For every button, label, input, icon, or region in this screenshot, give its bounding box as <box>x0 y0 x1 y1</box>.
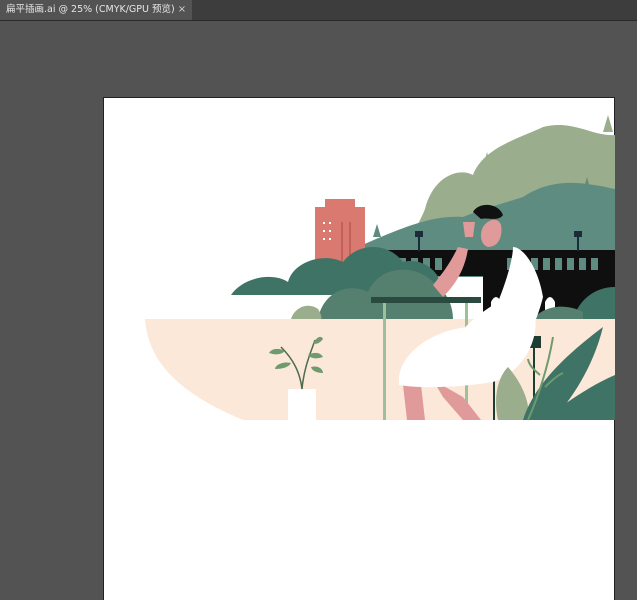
illustration-artwork <box>145 115 615 421</box>
document-tab-label: 扁平插画.ai @ 25% (CMYK/GPU 预览) <box>6 4 175 15</box>
close-icon[interactable]: × <box>177 0 187 20</box>
illustrator-window: 扁平插画.ai @ 25% (CMYK/GPU 预览) × <box>0 0 637 600</box>
document-tab-bar: 扁平插画.ai @ 25% (CMYK/GPU 预览) × <box>0 0 637 21</box>
illustration[interactable] <box>103 97 615 422</box>
tree-spike <box>603 115 613 132</box>
tree-spike <box>373 224 381 237</box>
document-tab[interactable]: 扁平插画.ai @ 25% (CMYK/GPU 预览) × <box>0 0 192 20</box>
